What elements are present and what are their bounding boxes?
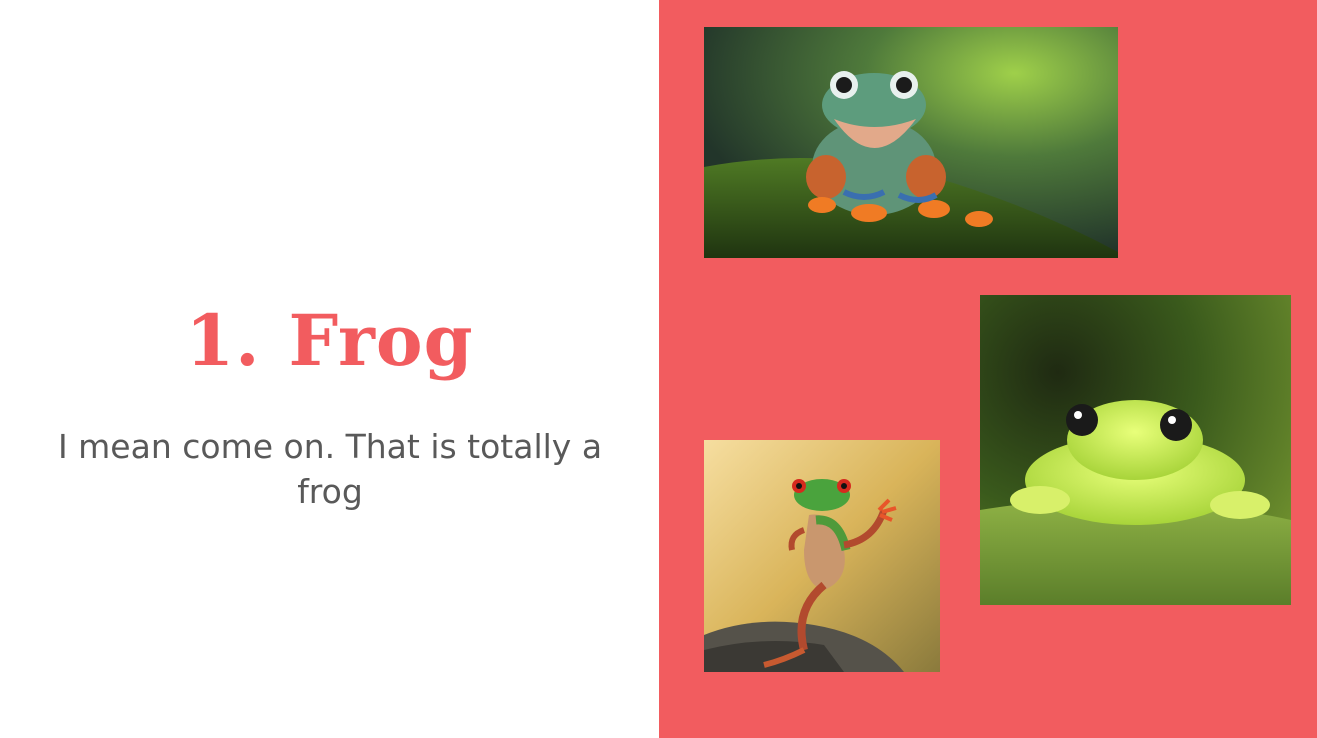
- slide-title-text: Frog: [288, 299, 474, 382]
- slide-image-panel: [659, 0, 1317, 738]
- slide-title-number: 1.: [185, 299, 261, 382]
- smiling-tree-frog-on-moss-photo: [704, 27, 1118, 258]
- red-eyed-tree-frog-on-rock-photo: [704, 440, 940, 672]
- slide-text-panel: 1. Frog I mean come on. That is totally a…: [0, 0, 659, 738]
- glass-frog-on-leaf-photo: [980, 295, 1291, 605]
- slide-body-text: I mean come on. That is totally a frog: [57, 427, 603, 511]
- slide-title: 1. Frog: [0, 296, 659, 386]
